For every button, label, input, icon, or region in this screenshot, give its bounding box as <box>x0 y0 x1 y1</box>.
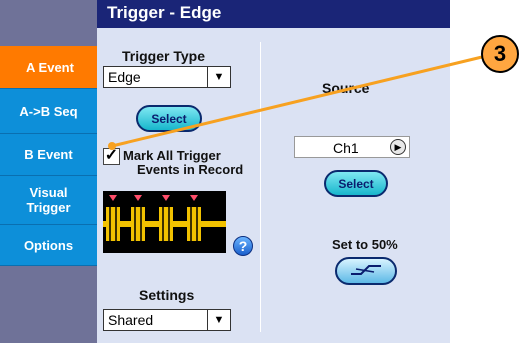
callout-leader <box>108 55 483 150</box>
callout-badge: 3 <box>481 35 519 73</box>
stage: Trigger - Edge A Event A->B Seq B Event … <box>0 0 522 343</box>
